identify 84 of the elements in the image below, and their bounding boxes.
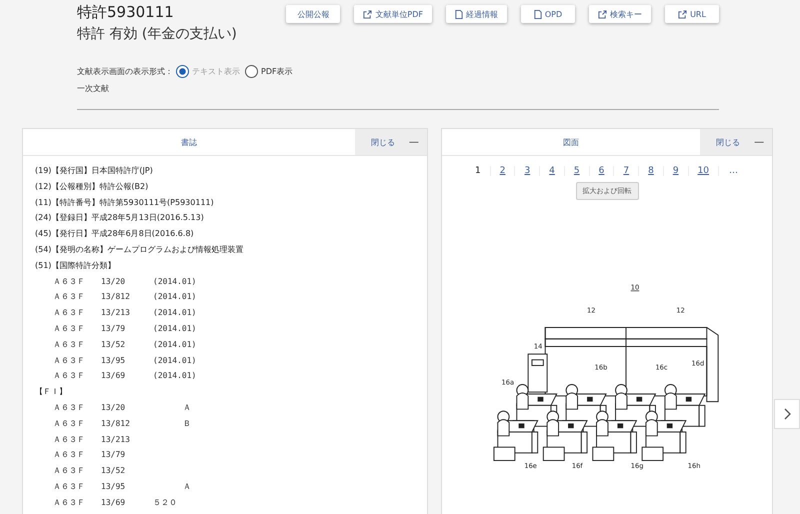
collapse-button[interactable]: — [408, 136, 419, 148]
page-link[interactable]: 8 [639, 166, 664, 176]
classification-group: 13/69 [101, 494, 153, 511]
classification-code: Ａ６３Ｆ [53, 354, 86, 367]
patent-status: 特許 有効 (年金の支払い) [77, 25, 237, 43]
chevron-right-icon [783, 408, 792, 420]
bibliography-line: (51)【国際特許分類】 [35, 260, 116, 272]
action-button[interactable]: OPD [521, 5, 575, 23]
page-link[interactable]: 9 [664, 166, 689, 176]
classification-version: (2014.01) [153, 291, 198, 304]
action-button[interactable]: 公開公報 [286, 5, 340, 23]
classification-group: 13/52 [101, 336, 153, 353]
classification-code: Ａ６３Ｆ [53, 434, 86, 446]
close-button[interactable]: 閉じる [716, 136, 740, 148]
radio-label: PDF表示 [261, 66, 293, 77]
action-button[interactable]: 検索キー [589, 5, 651, 23]
classification-symbol: Ａ [183, 402, 192, 414]
classification-code: Ａ６３Ｆ [53, 480, 86, 493]
classification-group: 13/812 [101, 289, 153, 306]
external-link-icon [678, 10, 688, 18]
classification-code: Ａ６３Ｆ [53, 418, 86, 430]
classification-code: Ａ６３Ｆ [53, 276, 86, 288]
action-button[interactable]: 文献単位PDF [354, 5, 432, 23]
fi-heading: 【ＦＩ】 [35, 386, 68, 398]
format-label: 文献表示画面の表示形式： [77, 66, 173, 77]
radio-button[interactable] [176, 65, 189, 78]
classification-code: Ａ６３Ｆ [53, 291, 86, 304]
bibliography-line: (45)【発行日】平成28年6月8日(2016.6.8) [35, 228, 195, 240]
classification-group: 13/79 [101, 447, 153, 464]
external-link-icon [363, 10, 372, 18]
classification-extra: ５２０ [153, 496, 178, 509]
classification-group: 13/812 [101, 416, 153, 432]
action-button[interactable]: 経過情報 [446, 5, 507, 23]
classification-group: 13/95 [101, 478, 153, 495]
page-link[interactable]: 6 [590, 166, 614, 176]
bibliography-line: (12)【公報種別】特許公報(B2) [35, 180, 150, 193]
classification-group: 13/20 [101, 400, 153, 416]
radio-label: テキスト表示 [192, 66, 240, 77]
patent-title: 特許5930111 [77, 3, 175, 22]
page-link[interactable]: 1 [466, 166, 491, 176]
bibliography-line: (11)【特許番号】特許第5930111号(P5930111) [35, 196, 215, 209]
classification-code: Ａ６３Ｆ [53, 449, 86, 462]
page-link[interactable]: 3 [515, 166, 540, 176]
classification-group: 13/95 [101, 352, 153, 368]
classification-group: 13/213 [101, 305, 153, 321]
panel-title: 図面 [562, 136, 580, 148]
bibliography-line: (19)【発行国】日本国特許庁(JP) [35, 165, 154, 177]
classification-group: 13/79 [101, 320, 153, 337]
classification-group: 13/213 [101, 432, 153, 448]
classification-group: 13/69 [101, 368, 153, 384]
radio-button[interactable] [245, 65, 258, 78]
classification-version: (2014.01) [153, 307, 198, 320]
classification-code: Ａ６３Ｆ [53, 322, 86, 335]
page-link[interactable]: 7 [614, 166, 640, 176]
page-link[interactable]: 5 [564, 166, 590, 176]
classification-code: Ａ６３Ｆ [53, 307, 86, 320]
bibliography-line: (24)【登録日】平成28年5月13日(2016.5.13) [35, 212, 205, 224]
close-button[interactable]: 閉じる [370, 136, 395, 148]
more-pages-link[interactable]: … [719, 166, 748, 176]
classification-symbol: Ａ [183, 480, 192, 493]
page-link[interactable]: 2 [490, 166, 516, 176]
classification-version: (2014.01) [153, 322, 198, 335]
collapse-button[interactable]: — [754, 136, 764, 148]
document-type: 一次文献 [76, 83, 110, 94]
classification-code: Ａ６３Ｆ [53, 338, 86, 351]
panel-title: 書誌 [180, 136, 198, 148]
classification-code: Ａ６３Ｆ [53, 402, 86, 414]
page-link[interactable]: 4 [540, 166, 565, 176]
external-link-icon [598, 10, 607, 18]
classification-group: 13/20 [101, 274, 153, 290]
classification-group: 13/52 [101, 463, 153, 479]
classification-code: Ａ６３Ｆ [53, 496, 86, 509]
document-icon [534, 10, 542, 18]
classification-version: (2014.01) [153, 370, 198, 382]
action-button[interactable]: URL [665, 5, 719, 23]
document-icon [455, 10, 463, 18]
classification-version: (2014.01) [153, 354, 198, 367]
classification-version: (2014.01) [153, 338, 198, 351]
bibliography-line: (54)【発明の名称】ゲームプログラムおよび情報処理装置 [35, 244, 244, 256]
page-link[interactable]: 10 [688, 166, 720, 176]
classification-code: Ａ６３Ｆ [53, 370, 86, 382]
classification-version: (2014.01) [153, 276, 198, 288]
classification-code: Ａ６３Ｆ [53, 465, 86, 478]
classification-symbol: Ｂ [183, 418, 192, 430]
